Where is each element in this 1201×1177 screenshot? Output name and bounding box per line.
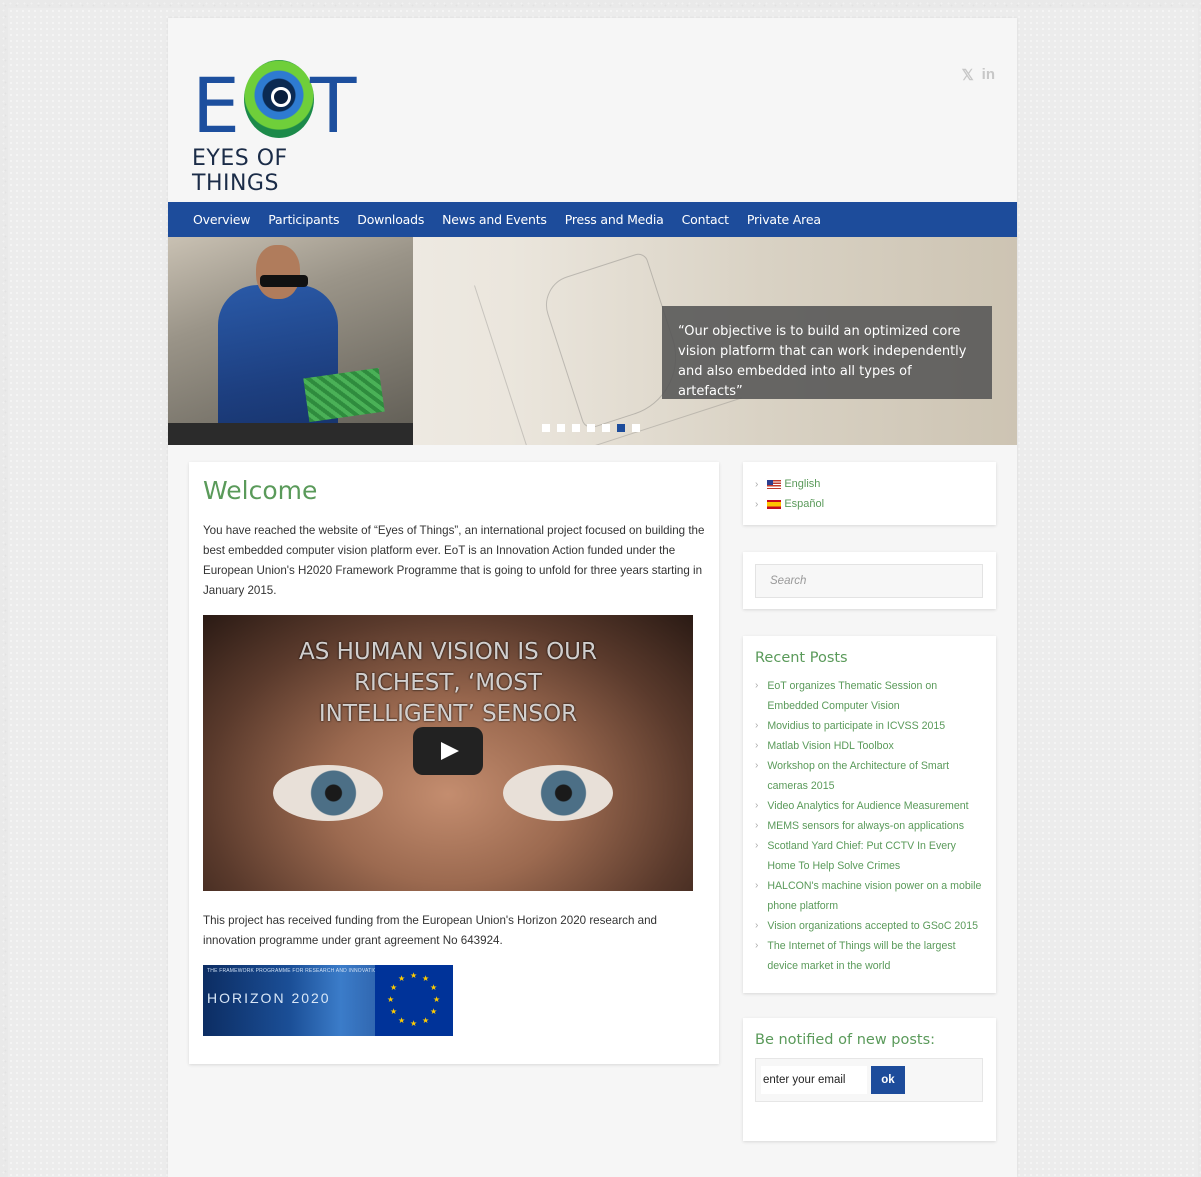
play-icon[interactable] — [413, 727, 483, 775]
nav-item-contact[interactable]: Contact — [673, 212, 738, 227]
recent-posts-title: Recent Posts — [755, 650, 848, 666]
chevron-right-icon: › — [755, 478, 759, 490]
slider-dot-1[interactable] — [542, 424, 550, 432]
list-item[interactable]: › Scotland Yard Chief: Put CCTV In Every … — [755, 836, 984, 876]
video-text-line-2: RICHEST, ‘MOST — [354, 670, 542, 696]
main-content: Welcome You have reached the website of … — [189, 462, 719, 1064]
email-field[interactable] — [761, 1066, 867, 1094]
language-label: Español — [784, 498, 825, 510]
chevron-right-icon: › — [755, 820, 759, 831]
chevron-right-icon: › — [755, 800, 759, 811]
logo-letter-e: E — [192, 61, 241, 150]
video-eye-right — [503, 765, 613, 821]
hero-slider[interactable]: “Our objective is to build an optimized … — [168, 237, 1017, 445]
logo-subtitle: EYES OF THINGS — [192, 146, 288, 196]
worker-figure — [218, 285, 338, 445]
video-text-line-3: INTELLIGENT’ SENSOR — [318, 701, 578, 727]
recent-posts-widget: Recent Posts › EoT organizes Thematic Ses… — [743, 636, 996, 993]
recent-post-link[interactable]: Video Analytics for Audience Measurement — [767, 796, 968, 816]
chevron-right-icon: › — [755, 880, 759, 891]
chevron-right-icon: › — [755, 498, 759, 510]
slider-photo-worker — [168, 237, 413, 445]
spain-flag-icon — [767, 499, 782, 509]
nav-item-press-and-media[interactable]: Press and Media — [556, 212, 673, 227]
eu-flag-icon: ★ ★ ★ ★ ★ ★ ★ ★ ★ ★ ★ ★ — [375, 965, 453, 1036]
nav-item-downloads[interactable]: Downloads — [348, 212, 433, 227]
chevron-right-icon: › — [755, 920, 759, 931]
nav-item-private-area[interactable]: Private Area — [738, 212, 830, 227]
subscribe-ok-button[interactable]: ok — [871, 1066, 905, 1094]
workbench — [168, 423, 413, 445]
list-item[interactable]: › Movidius to participate in ICVSS 2015 — [755, 716, 984, 736]
chevron-right-icon: › — [755, 720, 759, 731]
chevron-right-icon: › — [755, 840, 759, 851]
video-eye-left — [273, 765, 383, 821]
logo-letter-t: T — [310, 61, 357, 150]
recent-post-link[interactable]: HALCON's machine vision power on a mobil… — [767, 876, 984, 916]
subscribe-title: Be notified of new posts: — [755, 1032, 936, 1048]
chevron-right-icon: › — [755, 760, 759, 771]
page-container: E T EYES OF THINGS 𝕏 in Overview Partici… — [168, 18, 1017, 1177]
list-item[interactable]: › Video Analytics for Audience Measuremen… — [755, 796, 984, 816]
linkedin-icon[interactable]: in — [982, 66, 995, 84]
nav-item-overview[interactable]: Overview — [184, 212, 259, 227]
slider-dot-5[interactable] — [602, 424, 610, 432]
recent-post-link[interactable]: EoT organizes Thematic Session on Embedd… — [767, 676, 984, 716]
search-widget — [743, 552, 996, 609]
recent-post-link[interactable]: Vision organizations accepted to GSoC 20… — [767, 916, 978, 936]
recent-post-link[interactable]: The Internet of Things will be the large… — [767, 936, 984, 976]
video-overlay-text: AS HUMAN VISION IS OUR RICHEST, ‘MOST IN… — [203, 637, 693, 730]
language-label: English — [784, 478, 821, 490]
horizon-banner-subtitle: THE FRAMEWORK PROGRAMME FOR RESEARCH AND… — [207, 968, 381, 974]
chevron-right-icon: › — [755, 740, 759, 751]
intro-paragraph: You have reached the website of “Eyes of… — [203, 524, 705, 597]
page-title: Welcome — [203, 476, 318, 505]
language-english[interactable]: › English — [755, 474, 984, 494]
recent-post-link[interactable]: Matlab Vision HDL Toolbox — [767, 736, 893, 756]
slider-caption: “Our objective is to build an optimized … — [662, 306, 992, 399]
chevron-right-icon: › — [755, 940, 759, 951]
site-logo[interactable]: E T EYES OF THINGS — [192, 60, 372, 196]
list-item[interactable]: › HALCON's machine vision power on a mobi… — [755, 876, 984, 916]
horizon-2020-banner: THE FRAMEWORK PROGRAMME FOR RESEARCH AND… — [203, 965, 453, 1036]
recent-post-link[interactable]: Workshop on the Architecture of Smart ca… — [767, 756, 984, 796]
slider-dot-6[interactable] — [617, 424, 625, 432]
recent-post-link[interactable]: Movidius to participate in ICVSS 2015 — [767, 716, 945, 736]
slider-dot-4[interactable] — [587, 424, 595, 432]
search-input[interactable] — [755, 564, 983, 598]
subscribe-form: ok — [755, 1058, 983, 1102]
slider-dot-3[interactable] — [572, 424, 580, 432]
horizon-banner-label: HORIZON 2020 — [207, 990, 331, 1006]
circuit-board-image — [303, 367, 385, 423]
worker-head — [256, 245, 300, 299]
nav-item-news-and-events[interactable]: News and Events — [433, 212, 556, 227]
subscribe-widget: Be notified of new posts: ok — [743, 1018, 996, 1141]
recent-post-link[interactable]: MEMS sensors for always-on applications — [767, 816, 964, 836]
worker-goggles — [260, 275, 308, 287]
list-item[interactable]: › Workshop on the Architecture of Smart c… — [755, 756, 984, 796]
video-text-line-1: AS HUMAN VISION IS OUR — [298, 639, 597, 665]
social-links: 𝕏 in — [962, 66, 995, 84]
language-widget: › English › Español — [743, 462, 996, 525]
slider-pagination — [542, 424, 640, 432]
nav-item-participants[interactable]: Participants — [259, 212, 348, 227]
list-item[interactable]: › The Internet of Things will be the larg… — [755, 936, 984, 976]
twitter-icon[interactable]: 𝕏 — [962, 66, 974, 84]
logo-eye-icon — [244, 60, 314, 138]
list-item[interactable]: › MEMS sensors for always-on applications — [755, 816, 984, 836]
list-item[interactable]: › Matlab Vision HDL Toolbox — [755, 736, 984, 756]
list-item[interactable]: › EoT organizes Thematic Session on Embed… — [755, 676, 984, 716]
slider-dot-7[interactable] — [632, 424, 640, 432]
us-flag-icon — [767, 479, 782, 489]
language-spanish[interactable]: › Español — [755, 494, 984, 514]
list-item[interactable]: › Vision organizations accepted to GSoC 2… — [755, 916, 984, 936]
recent-post-link[interactable]: Scotland Yard Chief: Put CCTV In Every H… — [767, 836, 984, 876]
video-player[interactable]: AS HUMAN VISION IS OUR RICHEST, ‘MOST IN… — [203, 615, 693, 891]
chevron-right-icon: › — [755, 680, 759, 691]
main-navigation: Overview Participants Downloads News and… — [168, 202, 1017, 237]
funding-paragraph: This project has received funding from t… — [203, 914, 657, 947]
slider-dot-2[interactable] — [557, 424, 565, 432]
